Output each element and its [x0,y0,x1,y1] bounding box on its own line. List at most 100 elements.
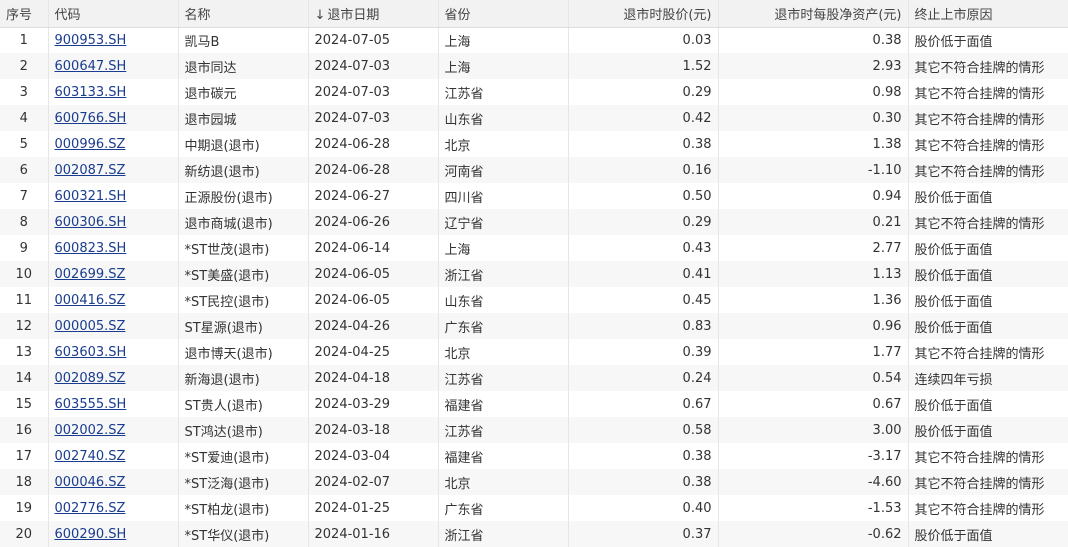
table-row[interactable]: 9 600823.SH *ST世茂(退市) 2024-06-14 上海 0.43 2.77 股… [0,235,1068,261]
net-assets-per-share-cell: 3.00 [718,417,909,443]
header-province[interactable]: 省份 [438,0,569,28]
stock-code-link[interactable]: 000996.SZ [55,137,126,152]
delist-reason-cell: 其它不符合挂牌的情形 [908,469,1068,495]
delist-price: 0.37 [682,526,712,542]
header-delist-date[interactable]: ↓ 退市日期 [308,0,439,28]
table-row[interactable]: 19 002776.SZ *ST柏龙(退市) 2024-01-25 广东省 0.40 -1.… [0,495,1068,521]
table-row[interactable]: 17 002740.SZ *ST爱迪(退市) 2024-03-04 福建省 0.38 -3.… [0,443,1068,469]
stock-code-link-cell: 600321.SH [48,183,179,209]
row-index-cell: 8 [0,209,49,235]
province-cell: 辽宁省 [438,209,569,235]
stock-code-link[interactable]: 603603.SH [55,345,127,360]
stock-code-link[interactable]: 603133.SH [55,85,127,100]
table-row[interactable]: 13 603603.SH 退市博天(退市) 2024-04-25 北京 0.39 1.77 其… [0,339,1068,365]
stock-name: 退市同达 [184,60,237,76]
delist-date-cell: 2024-02-07 [308,469,439,495]
delist-reason-cell: 股价低于面值 [908,235,1068,261]
stock-name-cell: 退市同达 [178,53,309,79]
stock-code-link[interactable]: 600306.SH [55,215,127,230]
stock-code-link[interactable]: 002699.SZ [55,267,126,282]
stock-code-link[interactable]: 900953.SH [55,33,127,48]
stock-name-cell: 中期退(退市) [178,131,309,157]
stock-name: *ST世茂(退市) [184,242,270,258]
delist-reason: 其它不符合挂牌的情形 [914,112,1045,128]
table-row[interactable]: 4 600766.SH 退市园城 2024-07-03 山东省 0.42 0.30 其它不符合… [0,105,1068,131]
net-assets-per-share: 1.36 [872,292,902,308]
stock-code-link[interactable]: 600823.SH [55,241,127,256]
stock-code-link[interactable]: 002089.SZ [55,371,126,386]
stock-code-link[interactable]: 000416.SZ [55,293,126,308]
delist-price: 0.42 [682,110,712,126]
table-row[interactable]: 5 000996.SZ 中期退(退市) 2024-06-28 北京 0.38 1.38 其它不… [0,131,1068,157]
net-assets-per-share: 1.38 [872,136,902,152]
net-assets-per-share-cell: -1.10 [718,157,909,183]
delist-reason-cell: 股价低于面值 [908,287,1068,313]
header-reason[interactable]: 终止上市原因 [908,0,1068,28]
stock-code-link[interactable]: 002002.SZ [55,423,126,438]
row-index-cell: 10 [0,261,49,287]
stock-code-link-cell: 603603.SH [48,339,179,365]
province: 山东省 [444,112,484,128]
stock-code-link-cell: 002699.SZ [48,261,179,287]
header-code[interactable]: 代码 [48,0,179,28]
table-row[interactable]: 6 002087.SZ 新纺退(退市) 2024-06-28 河南省 0.16 -1.10 其… [0,157,1068,183]
table-row[interactable]: 16 002002.SZ ST鸿达(退市) 2024-03-18 江苏省 0.58 3.00… [0,417,1068,443]
stock-code-link[interactable]: 603555.SH [55,397,127,412]
delist-reason: 连续四年亏损 [914,372,993,388]
stock-code-link-cell: 600823.SH [48,235,179,261]
table-row[interactable]: 2 600647.SH 退市同达 2024-07-03 上海 1.52 2.93 其它不符合挂… [0,53,1068,79]
province: 浙江省 [444,268,484,284]
table-row[interactable]: 7 600321.SH 正源股份(退市) 2024-06-27 四川省 0.50 0.94 股… [0,183,1068,209]
net-assets-per-share: 0.30 [872,110,902,126]
delist-reason: 股价低于面值 [914,242,993,258]
delist-reason: 其它不符合挂牌的情形 [914,476,1045,492]
delist-price: 0.03 [682,32,712,48]
delist-reason-cell: 股价低于面值 [908,183,1068,209]
header-net-assets[interactable]: 退市时每股净资产(元) [718,0,909,28]
delist-date-cell: 2024-06-05 [308,287,439,313]
delist-reason: 股价低于面值 [914,34,993,50]
header-index[interactable]: 序号 [0,0,49,28]
stock-code-link[interactable]: 002776.SZ [55,501,126,516]
table-row[interactable]: 14 002089.SZ 新海退(退市) 2024-04-18 江苏省 0.24 0.54 连… [0,365,1068,391]
row-index-cell: 2 [0,53,49,79]
header-name[interactable]: 名称 [178,0,309,28]
province: 江苏省 [444,424,484,440]
table-row[interactable]: 10 002699.SZ *ST美盛(退市) 2024-06-05 浙江省 0.41 1.1… [0,261,1068,287]
stock-name: 中期退(退市) [184,138,260,154]
province-cell: 北京 [438,469,569,495]
delist-price: 0.39 [682,344,712,360]
delist-date: 2024-06-28 [314,162,391,178]
table-row[interactable]: 20 600290.SH *ST华仪(退市) 2024-01-16 浙江省 0.37 -0.… [0,521,1068,547]
header-delist-price[interactable]: 退市时股价(元) [568,0,719,28]
stock-code-link[interactable]: 600647.SH [55,59,127,74]
province: 福建省 [444,450,484,466]
delist-date: 2024-06-26 [314,214,391,230]
table-row[interactable]: 8 600306.SH 退市商城(退市) 2024-06-26 辽宁省 0.29 0.21 其… [0,209,1068,235]
stock-code-link[interactable]: 002087.SZ [55,163,126,178]
table-row[interactable]: 15 603555.SH ST贵人(退市) 2024-03-29 福建省 0.67 0.67… [0,391,1068,417]
net-assets-per-share-cell: 0.67 [718,391,909,417]
table-row[interactable]: 1 900953.SH 凯马B 2024-07-05 上海 0.03 0.38 股价低于面值 [0,27,1068,53]
table-row[interactable]: 11 000416.SZ *ST民控(退市) 2024-06-05 山东省 0.45 1.3… [0,287,1068,313]
table-row[interactable]: 3 603133.SH 退市碳元 2024-07-03 江苏省 0.29 0.98 其它不符合… [0,79,1068,105]
province-cell: 山东省 [438,287,569,313]
stock-code-link[interactable]: 000046.SZ [55,475,126,490]
net-assets-per-share-cell: -0.62 [718,521,909,547]
stock-code-link[interactable]: 600290.SH [55,527,127,542]
delist-price: 0.41 [682,266,712,282]
stock-code-link[interactable]: 000005.SZ [55,319,126,334]
stock-code-link[interactable]: 002740.SZ [55,449,126,464]
province: 北京 [444,476,471,492]
stock-code-link[interactable]: 600766.SH [55,111,127,126]
delist-date-cell: 2024-06-14 [308,235,439,261]
delist-price-cell: 0.40 [568,495,719,521]
row-index-cell: 9 [0,235,49,261]
delist-date-cell: 2024-01-25 [308,495,439,521]
stock-code-link[interactable]: 600321.SH [55,189,127,204]
net-assets-per-share-cell: 1.38 [718,131,909,157]
row-index-cell: 19 [0,495,49,521]
delist-date: 2024-03-29 [314,396,391,412]
table-row[interactable]: 12 000005.SZ ST星源(退市) 2024-04-26 广东省 0.83 0.96… [0,313,1068,339]
table-row[interactable]: 18 000046.SZ *ST泛海(退市) 2024-02-07 北京 0.38 -4.6… [0,469,1068,495]
